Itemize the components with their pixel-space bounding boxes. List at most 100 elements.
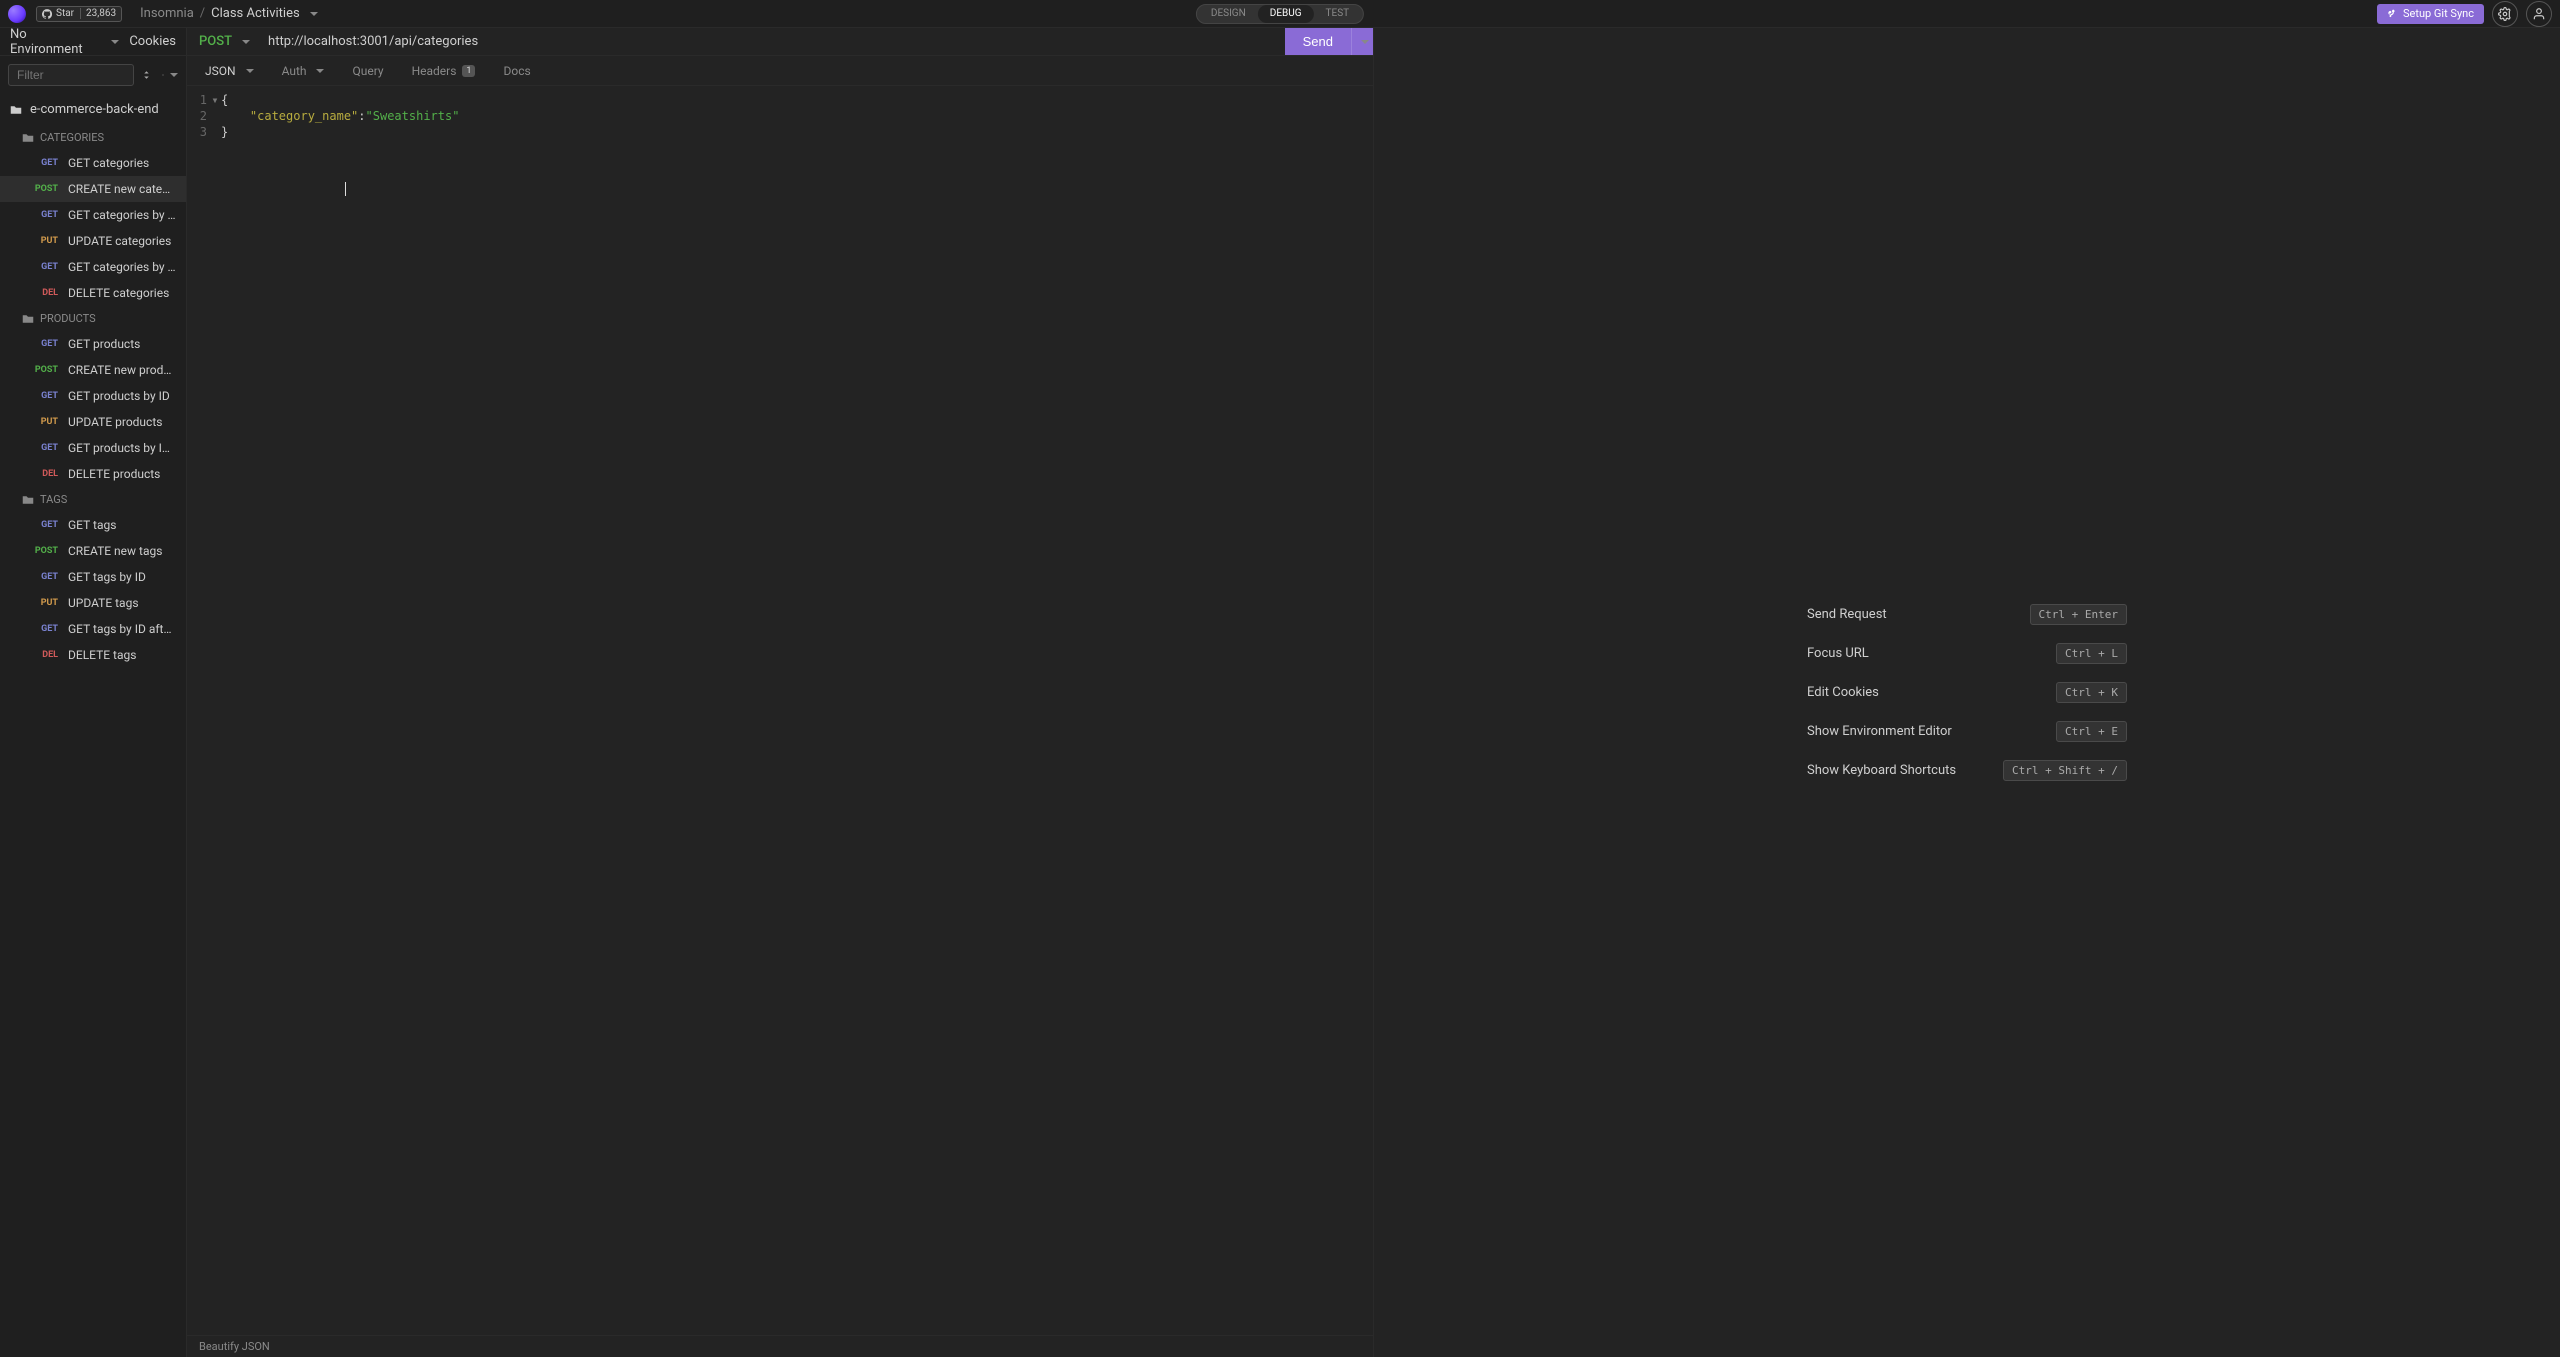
shortcut-hint: Edit CookiesCtrl + K xyxy=(1807,682,2127,703)
request-item[interactable]: GETGET products xyxy=(0,331,186,357)
sort-button[interactable] xyxy=(140,67,156,83)
chevron-down-icon[interactable] xyxy=(310,12,318,16)
response-pane: Send Request Ctrl + Enter Focus URL Ctrl + … xyxy=(1374,28,2560,1357)
hint-label: Show Environment Editor xyxy=(1807,724,1952,739)
method-badge: GET xyxy=(32,624,58,634)
folder-tags[interactable]: TAGS xyxy=(0,487,186,512)
fold-toggle[interactable]: ▾ xyxy=(211,92,219,108)
headers-count-badge: 1 xyxy=(462,65,475,77)
auth-tab[interactable]: Auth xyxy=(268,56,339,86)
request-item[interactable]: DELDELETE tags xyxy=(0,642,186,668)
chevron-down-icon xyxy=(246,69,254,73)
github-star-button[interactable]: Star 23,863 xyxy=(36,6,122,22)
query-tab[interactable]: Query xyxy=(338,56,397,86)
request-item[interactable]: PUTUPDATE products xyxy=(0,409,186,435)
git-sync-button[interactable]: Setup Git Sync xyxy=(2377,4,2484,24)
request-name: GET tags by ID after PUT xyxy=(68,622,176,636)
method-badge: GET xyxy=(32,520,58,530)
send-button[interactable]: Send xyxy=(1285,28,1351,55)
folder-categories[interactable]: CATEGORIES xyxy=(0,125,186,150)
method-selector[interactable]: POST xyxy=(187,28,262,55)
git-sync-label: Setup Git Sync xyxy=(2403,7,2474,20)
request-item[interactable]: GETGET categories by ID xyxy=(0,202,186,228)
shortcut-hint: Show Keyboard ShortcutsCtrl + Shift + / xyxy=(1807,760,2127,781)
sidebar-filter-input[interactable] xyxy=(8,64,134,86)
body-tab[interactable]: JSON xyxy=(191,56,268,86)
tab-debug[interactable]: DEBUG xyxy=(1258,5,1314,23)
user-icon xyxy=(2532,7,2546,21)
workspace-root[interactable]: e-commerce-back-end xyxy=(0,94,186,125)
hint-kbd: Ctrl + E xyxy=(2056,721,2127,742)
send-dropdown[interactable] xyxy=(1351,28,1373,55)
breadcrumb-project[interactable]: Class Activities xyxy=(211,6,300,21)
hint-kbd: Ctrl + L xyxy=(2056,643,2127,664)
plus-icon xyxy=(162,70,164,80)
method-badge: POST xyxy=(32,546,58,556)
method-label: POST xyxy=(199,34,232,49)
tab-test[interactable]: TEST xyxy=(1314,5,1362,23)
gear-icon xyxy=(2498,7,2512,21)
request-name: GET products by ID xyxy=(68,389,170,403)
request-item[interactable]: GET GET tags by ID after PUT xyxy=(0,616,186,642)
request-item[interactable]: POSTCREATE new products xyxy=(0,357,186,383)
hint-label: Focus URL xyxy=(1807,646,1869,661)
method-badge: DEL xyxy=(32,650,58,660)
method-badge: GET xyxy=(32,158,58,168)
cookies-button[interactable]: Cookies xyxy=(129,34,176,49)
env-label: No Environment xyxy=(10,28,101,57)
account-button[interactable] xyxy=(2526,1,2552,27)
query-tab-label: Query xyxy=(352,64,383,78)
auth-tab-label: Auth xyxy=(282,64,307,78)
method-badge: PUT xyxy=(32,598,58,608)
request-item[interactable]: GETGET tags xyxy=(0,512,186,538)
request-name: CREATE new tags xyxy=(68,544,162,558)
method-badge: PUT xyxy=(32,236,58,246)
sort-icon xyxy=(142,69,154,81)
request-item[interactable]: DELDELETE products xyxy=(0,461,186,487)
folder-icon xyxy=(10,104,22,116)
request-name: CREATE new products xyxy=(68,363,176,377)
add-button[interactable] xyxy=(162,67,178,83)
docs-tab[interactable]: Docs xyxy=(489,56,544,86)
body-editor[interactable]: 123 ▾ { "category_name":"Sweatshirts" } xyxy=(187,86,1373,1335)
request-name: DELETE categories xyxy=(68,286,169,300)
settings-button[interactable] xyxy=(2492,1,2518,27)
chevron-down-icon xyxy=(170,73,178,77)
url-input[interactable]: http://localhost:3001/api/categories xyxy=(262,28,1285,55)
beautify-button[interactable]: Beautify JSON xyxy=(187,1335,1373,1357)
method-badge: GET xyxy=(32,339,58,349)
request-item[interactable]: PUTUPDATE tags xyxy=(0,590,186,616)
method-badge: DEL xyxy=(32,288,58,298)
chevron-down-icon xyxy=(1361,40,1369,44)
hint-label: Send Request xyxy=(1807,607,1887,622)
request-name: UPDATE products xyxy=(68,415,162,429)
request-name: CREATE new category xyxy=(68,182,176,196)
body-tab-label: JSON xyxy=(205,64,236,78)
hint-label: Show Keyboard Shortcuts xyxy=(1807,763,1956,778)
hint-label: Edit Cookies xyxy=(1807,685,1879,700)
method-badge: GET xyxy=(32,391,58,401)
request-item[interactable]: GETGET tags by ID xyxy=(0,564,186,590)
request-item[interactable]: GETGET categories xyxy=(0,150,186,176)
request-item[interactable]: POSTCREATE new category xyxy=(0,176,186,202)
request-name: GET tags by ID xyxy=(68,570,146,584)
environment-selector[interactable]: No Environment xyxy=(10,28,119,57)
request-item[interactable]: GETGET categories by ID after P... xyxy=(0,254,186,280)
request-item[interactable]: GETGET products by ID after PUT xyxy=(0,435,186,461)
hint-kbd: Ctrl + Enter xyxy=(2030,604,2127,625)
tab-design[interactable]: DESIGN xyxy=(1199,5,1258,23)
method-badge: GET xyxy=(32,210,58,220)
request-item[interactable]: GET GET products by ID xyxy=(0,383,186,409)
request-item[interactable]: POST CREATE new tags xyxy=(0,538,186,564)
folder-products[interactable]: PRODUCTS xyxy=(0,306,186,331)
breadcrumb-sep: / xyxy=(200,6,205,21)
request-item[interactable]: DEL DELETE categories xyxy=(0,280,186,306)
line-gutter: 123 xyxy=(187,92,211,140)
method-badge: DEL xyxy=(32,469,58,479)
request-item[interactable]: PUT UPDATE categories xyxy=(0,228,186,254)
breadcrumb-app[interactable]: Insomnia xyxy=(140,6,194,21)
app-logo xyxy=(8,5,26,23)
github-star-label: Star xyxy=(56,8,74,19)
request-name: UPDATE categories xyxy=(68,234,171,248)
headers-tab[interactable]: Headers 1 xyxy=(398,56,490,86)
